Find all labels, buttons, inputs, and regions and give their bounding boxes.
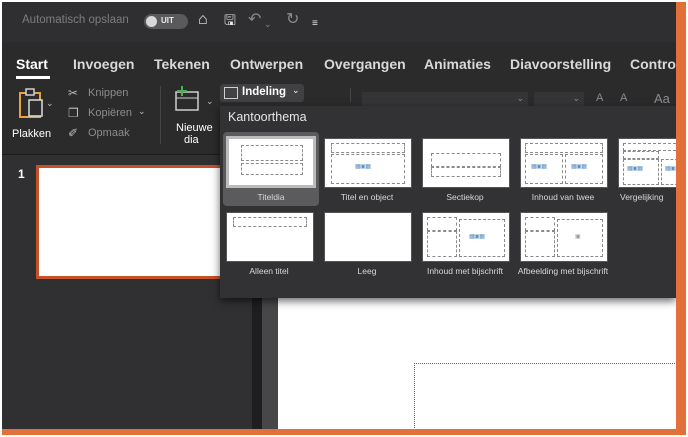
layout-left-box (623, 159, 659, 185)
content-icons-right: ▦▣▦ (571, 164, 587, 170)
paste-button[interactable]: ⌄ Plakken (12, 84, 56, 144)
layout-button-label: Indeling (242, 86, 287, 98)
undo-icon[interactable]: ↶ (248, 11, 261, 29)
app-window: Automatisch opslaan UIT ⌂ 🖫 ↶ ⌄ ↻ ≡ Star… (2, 2, 686, 435)
decrease-font-button[interactable]: A (620, 92, 627, 104)
increase-font-button[interactable]: A (596, 92, 603, 104)
tab-start[interactable]: Start (16, 56, 48, 72)
layout-button[interactable]: Indeling ⌄ (220, 84, 304, 102)
ribbon-tabs: Start Invoegen Tekenen Ontwerpen Overgan… (2, 42, 676, 80)
layout-label-titel-en-object: Titel en object (340, 192, 394, 202)
layout-title-box (623, 143, 676, 151)
clipboard-icon (19, 88, 43, 118)
layout-label-titeldia: Titeldia (257, 192, 285, 202)
new-slide-label-1: Nieuwe (176, 122, 213, 134)
new-slide-dropdown-icon: ⌄ (206, 96, 214, 106)
layout-menu: Kantoorthema Titeldia ▦▣▦ Titel en objec… (220, 106, 676, 298)
content-icons-left: ▦▣▦ (627, 166, 643, 172)
tab-tekenen[interactable]: Tekenen (154, 56, 210, 72)
layout-label-sectiekop: Sectiekop (446, 192, 484, 202)
customize-toolbar-icon[interactable]: ≡ (312, 15, 318, 33)
new-slide-button[interactable]: ⌄ Nieuwe dia (166, 84, 216, 148)
layout-inhoud-met-bijschrift[interactable]: ▦▣▦ (422, 212, 510, 262)
slide-thumbnail[interactable] (36, 165, 234, 279)
layout-label-alleen-titel: Alleen titel (249, 266, 289, 276)
layout-icon (224, 87, 238, 99)
autosave-label: Automatisch opslaan (22, 14, 129, 26)
home-icon[interactable]: ⌂ (198, 11, 208, 29)
layout-menu-title: Kantoorthema (228, 110, 307, 124)
tab-overgangen[interactable]: Overgangen (324, 56, 406, 72)
toggle-knob (146, 16, 157, 27)
redo-icon[interactable]: ↻ (286, 11, 299, 29)
ribbon-separator-2 (350, 88, 351, 102)
paste-dropdown-icon: ⌄ (46, 98, 54, 108)
layout-inhoud-van-twee[interactable]: ▦▣▦ ▦▣▦ (520, 138, 608, 188)
scissors-icon[interactable]: ✂ (68, 86, 78, 100)
content-icons-left: ▦▣▦ (531, 164, 547, 170)
layout-title-box (241, 145, 303, 161)
layout-label-inhoud-met-bijschrift: Inhoud met bijschrift (426, 266, 504, 276)
layout-subtitle-box (241, 163, 303, 175)
new-slide-icon (175, 86, 199, 111)
layout-caption-title (427, 217, 457, 231)
layout-label-vergelijking: Vergelijking (620, 192, 664, 202)
change-case-button[interactable]: Aa (654, 91, 670, 106)
tab-animaties[interactable]: Animaties (424, 56, 491, 72)
layout-dropdown-icon: ⌄ (292, 85, 300, 95)
toggle-state-label: UIT (161, 16, 174, 25)
save-icon[interactable]: 🖫 (224, 11, 236, 29)
layout-caption-title (525, 217, 555, 231)
paste-label: Plakken (12, 128, 52, 140)
format-label[interactable]: Opmaak (88, 127, 130, 139)
layout-leeg[interactable] (324, 212, 412, 262)
layout-title-box (431, 153, 501, 167)
layout-right-box (661, 159, 676, 185)
copy-dropdown-icon[interactable]: ⌄ (138, 106, 146, 117)
layout-afbeelding-met-bijschrift[interactable]: ▣ (520, 212, 608, 262)
title-bar: Automatisch opslaan UIT ⌂ 🖫 ↶ ⌄ ↻ ≡ (2, 2, 676, 42)
layout-title-box (525, 143, 603, 153)
layout-title-box (233, 217, 307, 227)
layout-text-box (431, 167, 501, 177)
layout-label-afbeelding-met-bijschrift: Afbeelding met bijschrift (517, 266, 609, 276)
copy-label[interactable]: Kopiëren (88, 107, 132, 119)
layout-heading-left (623, 151, 659, 159)
layout-alleen-titel[interactable] (226, 212, 314, 262)
tab-invoegen[interactable]: Invoegen (73, 56, 134, 72)
copy-icon[interactable]: ❐ (68, 106, 79, 120)
slide-thumbnail-pane: 1 (2, 155, 252, 429)
content-icons: ▦▣▦ (355, 164, 371, 170)
layout-title-box (331, 143, 405, 153)
picture-icon: ▣ (575, 234, 581, 240)
layout-titel-en-object[interactable]: ▦▣▦ (324, 138, 412, 188)
font-size-dropdown-icon: ⌄ (572, 93, 580, 103)
layout-label-leeg: Leeg (357, 266, 377, 276)
autosave-toggle[interactable]: UIT (144, 14, 188, 29)
new-slide-label-2: dia (184, 134, 199, 146)
layout-titeldia[interactable] (226, 136, 316, 188)
text-placeholder[interactable] (414, 363, 676, 429)
layout-sectiekop[interactable] (422, 138, 510, 188)
undo-dropdown-icon[interactable]: ⌄ (264, 15, 272, 33)
font-name-dropdown-icon: ⌄ (516, 93, 524, 103)
tab-diavoorstelling[interactable]: Diavoorstelling (510, 56, 611, 72)
tab-ontwerpen[interactable]: Ontwerpen (230, 56, 303, 72)
format-painter-icon[interactable]: ✐ (68, 126, 78, 140)
content-icons-right: ▦▣▦ (665, 166, 681, 172)
tab-control[interactable]: Control (630, 56, 676, 72)
layout-caption-text (525, 231, 555, 257)
layout-label-inhoud-van-twee: Inhoud van twee (531, 192, 595, 202)
cut-label[interactable]: Knippen (88, 87, 128, 99)
slide-number: 1 (18, 167, 25, 181)
ribbon-separator (160, 86, 161, 144)
active-tab-indicator (16, 76, 50, 79)
content-icons: ▦▣▦ (469, 234, 485, 240)
layout-vergelijking[interactable]: ▦▣▦ ▦▣▦ (618, 138, 681, 188)
layout-caption-text (427, 231, 457, 257)
